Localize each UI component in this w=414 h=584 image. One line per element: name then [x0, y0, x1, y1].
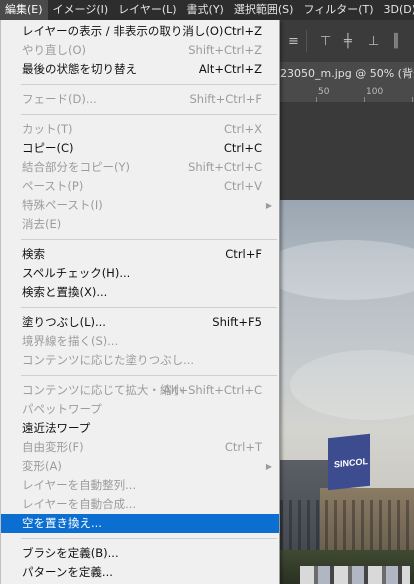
menu-item-label: やり直し(O)	[22, 43, 87, 57]
menu-item[interactable]: 境界線を描く(S)...	[1, 332, 279, 351]
document-canvas[interactable]: SINCOL	[280, 102, 414, 584]
menu-item[interactable]: 遠近法ワープ	[1, 419, 279, 438]
photo-image: SINCOL	[280, 200, 414, 584]
menu-item-label: 検索	[22, 247, 45, 261]
menu-bar: 編集(E) イメージ(I) レイヤー(L) 書式(Y) 選択範囲(S) フィルター(T) 3…	[0, 0, 414, 20]
menu-item[interactable]: ブラシを定義(B)...	[1, 544, 279, 563]
edit-menu-dropdown: レイヤーの表示 / 非表示の取り消し(O) Ctrl+Z やり直し(O) Shift+…	[0, 20, 280, 584]
menu-item[interactable]: 塗りつぶし(L)... Shift+F5	[1, 313, 279, 332]
ruler-label: 100	[366, 87, 384, 97]
menu-item-label: コンテンツに応じて拡大・縮小	[22, 383, 183, 397]
menu-item-label: 結合部分をコピー(Y)	[22, 160, 130, 174]
menu-item-label: コピー(C)	[22, 141, 74, 155]
menu-item-label: 消去(E)	[22, 217, 62, 231]
menu-item[interactable]: 消去(E)	[1, 215, 279, 234]
menu-item-label: カット(T)	[22, 122, 73, 136]
menu-item[interactable]: 検索 Ctrl+F	[1, 245, 279, 264]
menu-item-shortcut: Shift+Ctrl+Z	[188, 43, 262, 57]
ruler-label: 50	[318, 87, 330, 97]
menu-item[interactable]: スペルチェック(H)...	[1, 264, 279, 283]
menu-item-label: ペースト(P)	[22, 179, 84, 193]
menu-item-label: レイヤーを自動整列...	[22, 478, 137, 492]
menubar-item[interactable]: 編集(E)	[0, 0, 48, 20]
menu-separator	[21, 114, 277, 115]
menu-separator	[21, 239, 277, 240]
submenu-arrow-icon: ▶	[265, 201, 272, 210]
menu-item-label: 遠近法ワープ	[22, 421, 91, 435]
align-left-icon[interactable]: ≡	[288, 34, 299, 49]
align-top-icon[interactable]: ⊤	[320, 34, 331, 49]
menu-item[interactable]: レイヤーを自動整列...	[1, 476, 279, 495]
menu-item[interactable]: 検索と置換(X)...	[1, 283, 279, 302]
menu-item-shortcut: Shift+F5	[212, 315, 262, 329]
menu-item-label: コンテンツに応じた塗りつぶし...	[22, 353, 195, 367]
menu-item-shortcut: Ctrl+T	[224, 440, 262, 454]
menu-item-shortcut: Shift+Ctrl+C	[188, 160, 262, 174]
menu-item[interactable]: やり直し(O) Shift+Ctrl+Z	[1, 41, 279, 60]
menu-item-shortcut: Shift+Ctrl+F	[189, 92, 263, 106]
sky-cloud	[280, 240, 414, 300]
menu-item-label: スペルチェック(H)...	[22, 266, 131, 280]
menu-item-label: 特殊ペースト(I)	[22, 198, 103, 212]
menu-item[interactable]: 結合部分をコピー(Y) Shift+Ctrl+C	[1, 158, 279, 177]
menu-item[interactable]: 特殊ペースト(I) ▶	[1, 196, 279, 215]
menu-item-shortcut: Alt+Ctrl+Z	[198, 62, 262, 76]
menu-item[interactable]: ペースト(P) Ctrl+V	[1, 177, 279, 196]
menu-item[interactable]: フェード(D)... Shift+Ctrl+F	[1, 90, 279, 109]
menu-item-label: ブラシを定義(B)...	[22, 546, 119, 560]
menu-item-shortcut: Alt+Shift+Ctrl+C	[162, 383, 262, 397]
menu-separator	[21, 538, 277, 539]
menu-item[interactable]: 最後の状態を切り替え Alt+Ctrl+Z	[1, 60, 279, 79]
menu-item-label: パターンを定義...	[22, 565, 113, 579]
menu-item[interactable]: カット(T) Ctrl+X	[1, 120, 279, 139]
menu-item-label: 自由変形(F)	[22, 440, 84, 454]
menu-item-label: パペットワープ	[22, 402, 102, 416]
horizontal-ruler: 0 50 100	[272, 86, 414, 103]
parked-cars	[300, 566, 410, 584]
document-tab[interactable]: 23050_m.jpg @ 50% (背景	[272, 62, 414, 86]
menu-item-label: 塗りつぶし(L)...	[22, 315, 106, 329]
menubar-item[interactable]: フィルター(T)	[298, 0, 378, 20]
menu-item[interactable]: コンテンツに応じた塗りつぶし...	[1, 351, 279, 370]
menu-item[interactable]: 変形(A) ▶	[1, 457, 279, 476]
menu-item-label: 検索と置換(X)...	[22, 285, 108, 299]
menu-separator	[21, 307, 277, 308]
align-middle-icon[interactable]: ╪	[344, 34, 352, 49]
menu-item[interactable]: コンテンツに応じて拡大・縮小 Alt+Shift+Ctrl+C	[1, 381, 279, 400]
menu-item-label: 最後の状態を切り替え	[22, 62, 137, 76]
menu-item-label: フェード(D)...	[22, 92, 97, 106]
menubar-item[interactable]: 書式(Y)	[182, 0, 229, 20]
menu-item[interactable]: パターンを定義...	[1, 563, 279, 582]
distribute-icon[interactable]: ║	[392, 34, 400, 49]
sky-cloud	[290, 350, 414, 420]
menu-separator	[21, 375, 277, 376]
menu-item-label: 空を置き換え...	[22, 516, 102, 530]
menu-item[interactable]: 空を置き換え...	[1, 514, 279, 533]
menu-item-label: 変形(A)	[22, 459, 62, 473]
building-sign: SINCOL	[328, 433, 370, 491]
menu-item-shortcut: Ctrl+X	[224, 122, 262, 136]
menu-item-shortcut: Ctrl+F	[225, 247, 262, 261]
menu-item[interactable]: 自由変形(F) Ctrl+T	[1, 438, 279, 457]
sign-text: SINCOL	[334, 456, 369, 470]
menubar-item[interactable]: レイヤー(L)	[113, 0, 181, 20]
menubar-item[interactable]: 選択範囲(S)	[229, 0, 299, 20]
menu-separator	[21, 84, 277, 85]
menu-item-label: レイヤーを自動合成...	[22, 497, 137, 511]
menu-item-shortcut: Ctrl+Z	[224, 24, 262, 38]
menu-item-label: レイヤーの表示 / 非表示の取り消し(O)	[22, 24, 224, 38]
options-divider	[306, 30, 307, 52]
menubar-item[interactable]: 3D(D)	[379, 0, 414, 20]
menubar-item[interactable]: イメージ(I)	[48, 0, 114, 20]
menu-item[interactable]: パペットワープ	[1, 400, 279, 419]
menu-item-shortcut: Ctrl+C	[223, 141, 262, 155]
menu-item-shortcut: Ctrl+V	[224, 179, 262, 193]
menu-item[interactable]: コピー(C) Ctrl+C	[1, 139, 279, 158]
menu-item[interactable]: レイヤーを自動合成...	[1, 495, 279, 514]
menu-item-label: 境界線を描く(S)...	[22, 334, 119, 348]
submenu-arrow-icon: ▶	[265, 462, 272, 471]
menu-item[interactable]: レイヤーの表示 / 非表示の取り消し(O) Ctrl+Z	[1, 22, 279, 41]
align-bottom-icon[interactable]: ⊥	[368, 34, 379, 49]
